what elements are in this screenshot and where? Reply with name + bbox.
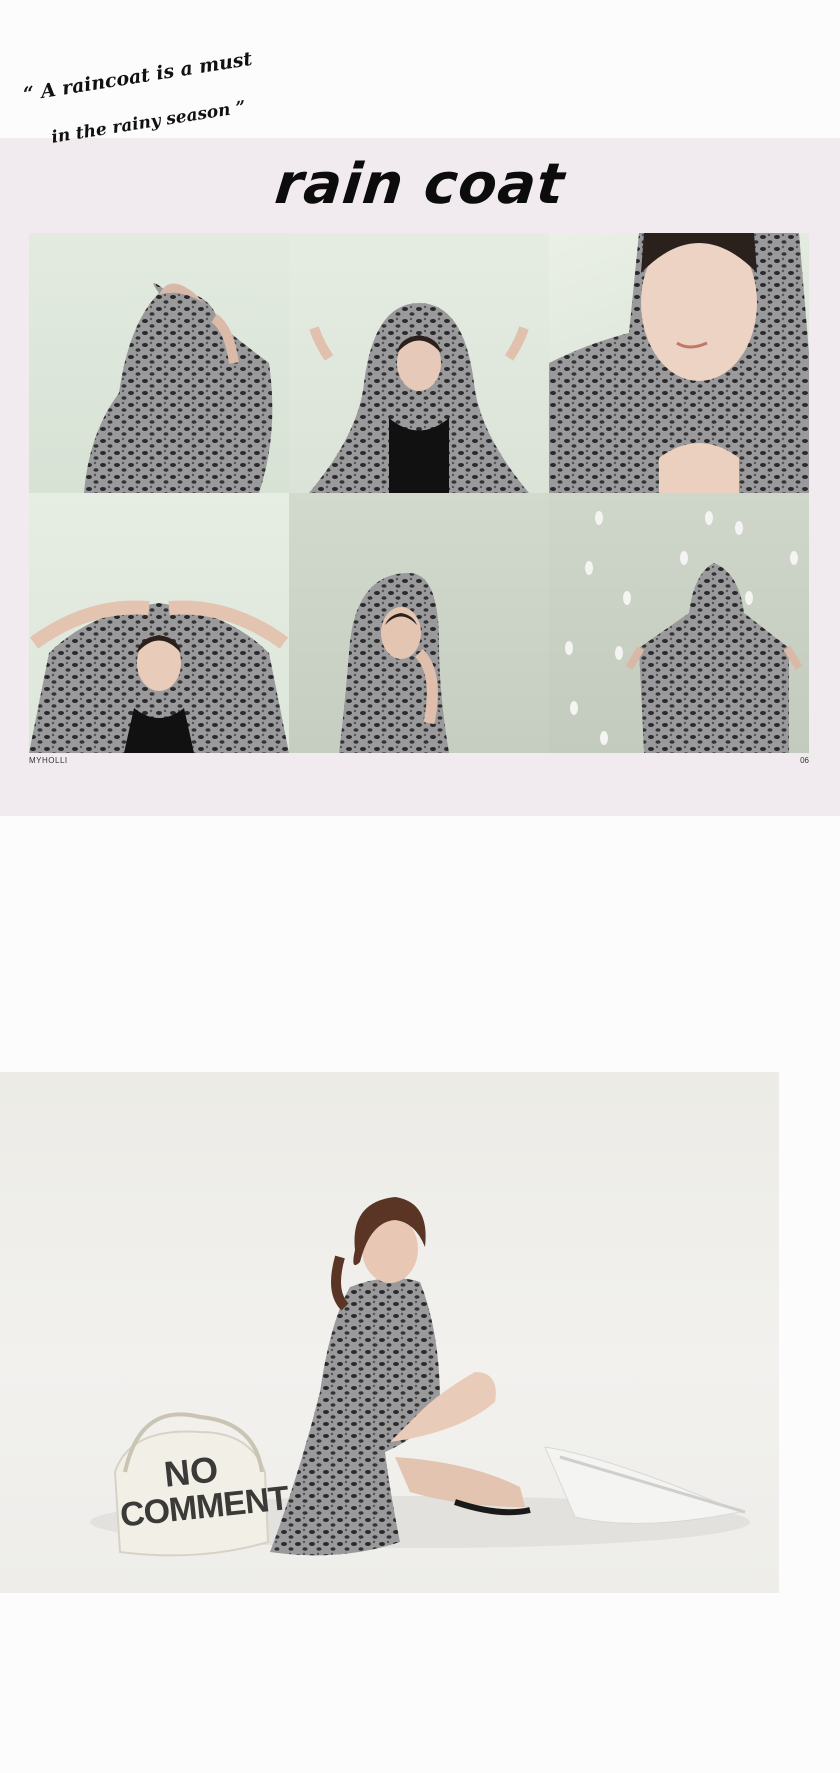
- photo-4-illustration: [29, 600, 289, 753]
- featured-photo-illustration: [90, 1197, 750, 1557]
- photo-1-illustration: [84, 283, 273, 493]
- grid-photo-4: [29, 493, 289, 753]
- footer-brand: MYHOLLI: [29, 756, 68, 765]
- bag-print: NO COMMENT: [115, 1446, 290, 1534]
- grid-photo-2: [289, 233, 549, 493]
- page-title: rain coat: [271, 152, 569, 217]
- photo-grid: [29, 233, 809, 753]
- photo-5-illustration: [339, 573, 449, 753]
- grid-photo-5: [289, 493, 549, 753]
- footer-page-number: 06: [800, 756, 809, 765]
- lookbook-panel: rain coat MYHOLLI 06: [0, 138, 840, 816]
- grid-photo-6: [549, 493, 809, 753]
- photo-2-illustration: [309, 303, 529, 493]
- quote-line-1: “ A raincoat is a must: [22, 47, 254, 106]
- photo-6-illustration: [565, 511, 803, 753]
- grid-photo-1: [29, 233, 289, 493]
- photo-3-illustration: [549, 233, 809, 493]
- grid-photo-3: [549, 233, 809, 493]
- featured-photo: [0, 1072, 779, 1593]
